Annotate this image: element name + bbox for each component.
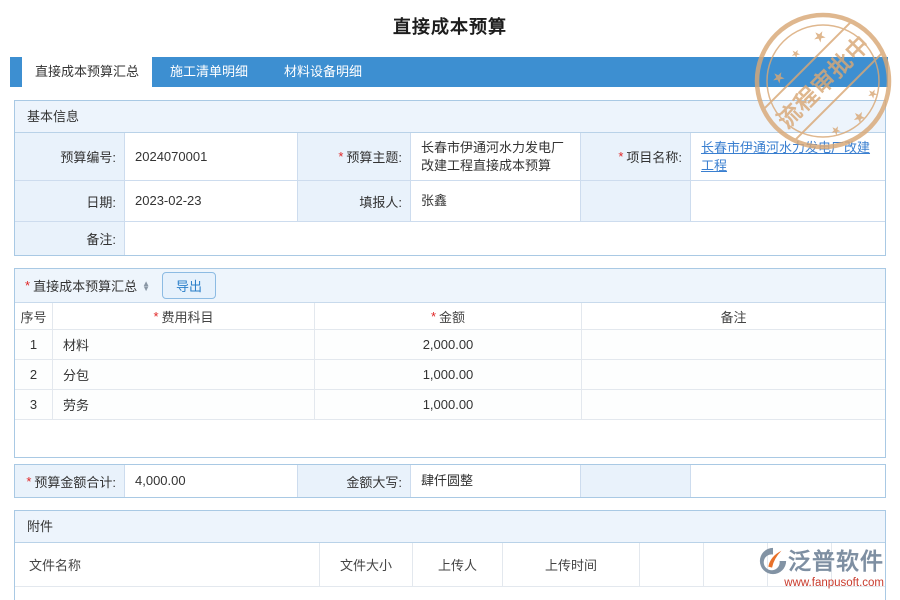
amount-words-label: 金额大写: [298,465,411,497]
fanpu-logo-icon [758,546,788,576]
basic-info-row-3: 备注: [15,222,885,255]
row1-amount: 2,000.00 [315,330,582,360]
project-label: *项目名称: [581,133,691,181]
subject-value: 长春市伊通河水力发电厂改建工程直接成本预算 [411,133,581,181]
required-icon: * [338,149,343,164]
total-bar: *预算金额合计: 4,000.00 金额大写: 肆仟圆整 [14,464,886,498]
row2-remark [582,360,885,390]
attachments-header: 附件 [15,511,885,543]
reporter-label: 填报人: [298,181,411,222]
budget-no-label: 预算编号: [15,133,125,181]
col-header-no: 序号 [15,303,53,330]
summary-header: * 直接成本预算汇总 ▲ ▼ 导出 [15,269,885,303]
row2-subject: 分包 [53,360,315,390]
empty-value-cell [691,181,885,222]
brand-name: 泛普软件 [788,550,884,573]
attachments-table: 文件名称 文件大小 上传人 上传时间 [15,543,885,587]
reporter-value: 张鑫 [411,181,581,222]
required-icon: * [431,309,436,324]
project-link[interactable]: 长春市伊通河水力发电厂改建工程 [701,139,879,174]
col-header-subject: *费用科目 [53,303,315,330]
basic-info-row-2: 日期: 2023-02-23 填报人: 张鑫 [15,181,885,222]
tab-material-equipment-detail[interactable]: 材料设备明细 [266,57,380,87]
tab-bar: 直接成本预算汇总 施工清单明细 材料设备明细 [10,57,888,87]
attachments-panel: 附件 文件名称 文件大小 上传人 上传时间 [14,510,886,600]
export-button[interactable]: 导出 [162,272,216,299]
subject-label: *预算主题: [298,133,411,181]
attach-col-empty-1 [640,543,704,587]
row1-remark [582,330,885,360]
amount-words-value: 肆仟圆整 [411,465,581,497]
project-value: 长春市伊通河水力发电厂改建工程 [691,133,885,181]
brand-website: www.fanpusoft.com [758,577,884,589]
page-title: 直接成本预算 [0,13,900,39]
attach-col-uploadtime: 上传时间 [503,543,640,587]
tab-direct-cost-summary[interactable]: 直接成本预算汇总 [22,57,152,87]
required-icon: * [26,474,31,489]
empty-value-cell [691,465,885,497]
required-icon: * [153,309,158,324]
basic-info-header: 基本信息 [15,101,885,133]
total-amount-label: *预算金额合计: [15,465,125,497]
remark-label: 备注: [15,222,125,255]
page: 直接成本预算 直接成本预算汇总 施工清单明细 材料设备明细 基本信息 预算编号:… [0,0,900,600]
row2-amount: 1,000.00 [315,360,582,390]
row3-no: 3 [15,390,53,420]
date-value: 2023-02-23 [125,181,298,222]
row1-no: 1 [15,330,53,360]
summary-title: 直接成本预算汇总 [33,276,137,295]
empty-label-cell [581,181,691,222]
summary-table: 序号 *费用科目 *金额 备注 1 材料 2,000.00 2 分包 1,000… [15,303,885,420]
sort-icon[interactable]: ▲ ▼ [142,281,150,291]
attach-col-uploader: 上传人 [413,543,503,587]
date-label: 日期: [15,181,125,222]
attach-col-filesize: 文件大小 [320,543,413,587]
row3-subject: 劳务 [53,390,315,420]
tab-construction-list-detail[interactable]: 施工清单明细 [152,57,266,87]
brand-logo: 泛普软件 www.fanpusoft.com [758,546,884,589]
summary-panel: * 直接成本预算汇总 ▲ ▼ 导出 序号 *费用科目 *金额 备注 1 材料 2… [14,268,886,458]
required-icon: * [25,278,30,293]
basic-info-panel: 基本信息 预算编号: 2024070001 *预算主题: 长春市伊通河水力发电厂… [14,100,886,256]
budget-no-value: 2024070001 [125,133,298,181]
attach-col-filename: 文件名称 [15,543,320,587]
remark-value [125,222,885,255]
col-header-remark: 备注 [582,303,885,330]
basic-info-row-1: 预算编号: 2024070001 *预算主题: 长春市伊通河水力发电厂改建工程直… [15,133,885,181]
row2-no: 2 [15,360,53,390]
empty-label-cell [581,465,691,497]
col-header-amount: *金额 [315,303,582,330]
row3-amount: 1,000.00 [315,390,582,420]
required-icon: * [618,149,623,164]
total-amount-value: 4,000.00 [125,465,298,497]
row3-remark [582,390,885,420]
row1-subject: 材料 [53,330,315,360]
